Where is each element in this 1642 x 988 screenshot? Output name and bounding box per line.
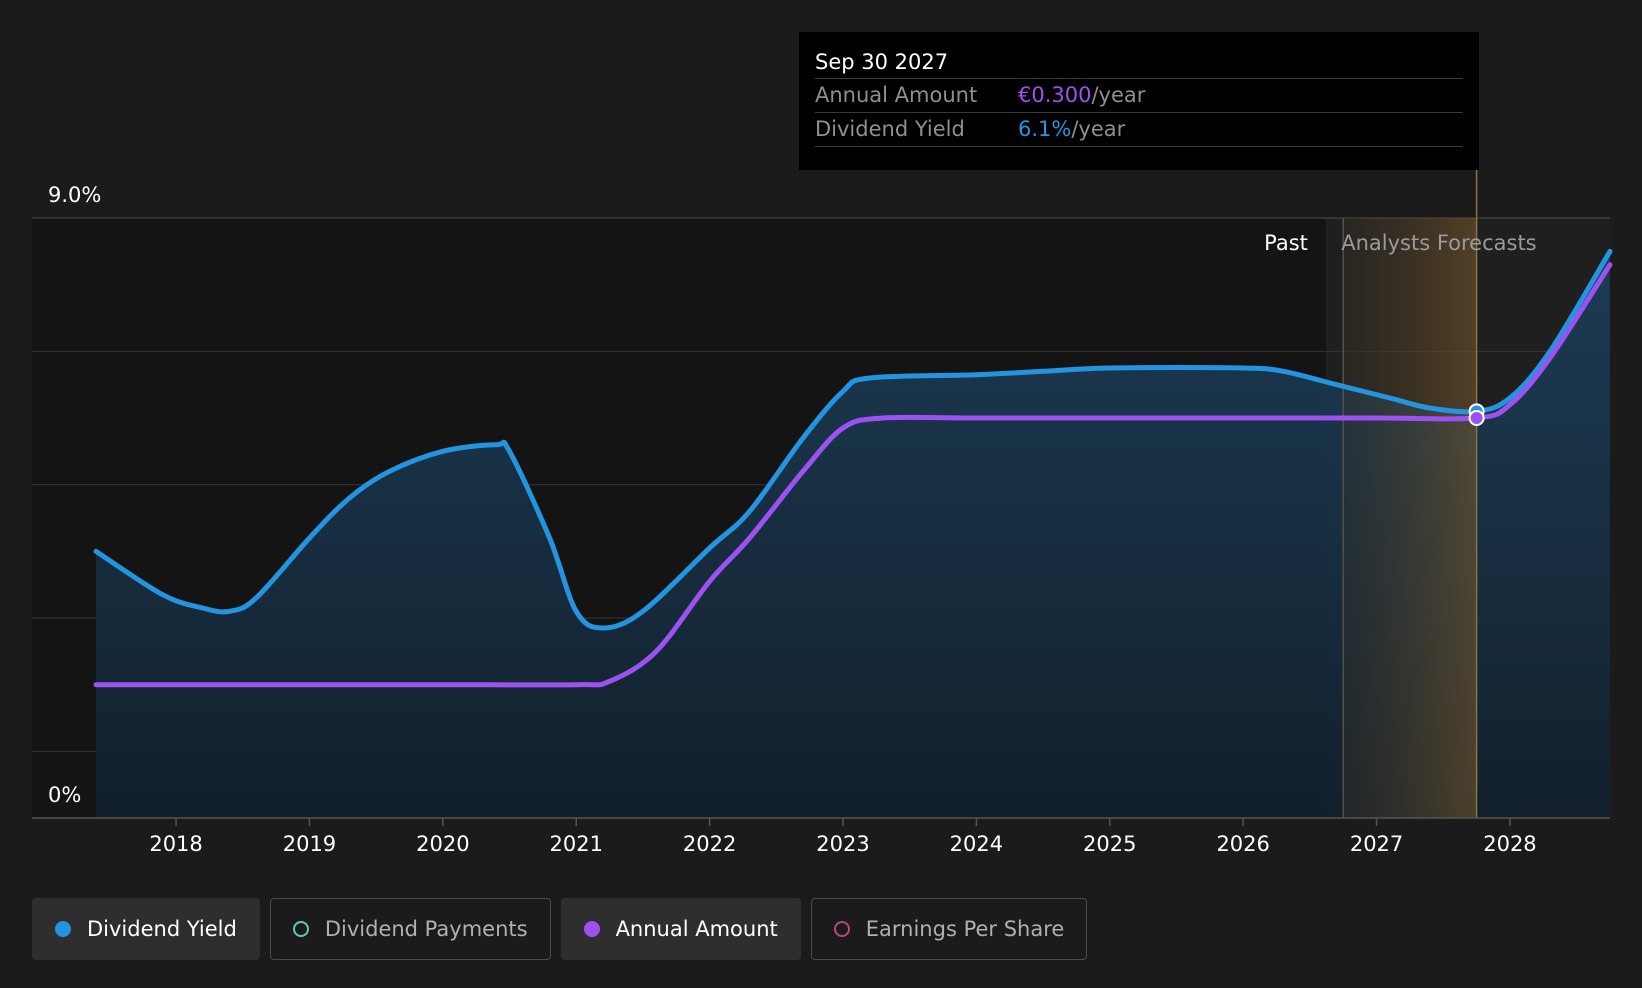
x-tick-label: 2021 xyxy=(550,832,603,856)
legend-annual-amount[interactable]: Annual Amount xyxy=(560,898,801,960)
tooltip-unit: /year xyxy=(1071,117,1126,141)
forecast-band xyxy=(1343,218,1477,818)
legend-label: Annual Amount xyxy=(615,917,778,941)
x-tick-label: 2019 xyxy=(283,832,336,856)
y-tick-label-bottom: 0% xyxy=(48,783,81,807)
legend-earnings-per-share[interactable]: Earnings Per Share xyxy=(810,898,1088,960)
tooltip-row-dividend-yield: Dividend Yield 6.1% /year xyxy=(815,113,1463,147)
tooltip-unit: /year xyxy=(1091,83,1146,107)
tooltip-label: Dividend Yield xyxy=(815,117,965,141)
legend-dividend-payments[interactable]: Dividend Payments xyxy=(269,898,551,960)
y-tick-label-top: 9.0% xyxy=(48,183,101,207)
legend-label: Earnings Per Share xyxy=(865,917,1065,941)
x-tick-label: 2023 xyxy=(816,832,869,856)
hover-marker xyxy=(1468,410,1485,426)
x-tick-label: 2020 xyxy=(416,832,469,856)
x-tick-label: 2025 xyxy=(1083,832,1136,856)
x-tick-label: 2022 xyxy=(683,832,736,856)
chart-legend: Dividend Yield Dividend Payments Annual … xyxy=(32,898,1088,960)
x-tick-label: 2028 xyxy=(1483,832,1536,856)
legend-dividend-yield[interactable]: Dividend Yield xyxy=(32,898,260,960)
x-tick-label: 2027 xyxy=(1350,832,1403,856)
past-label: Past xyxy=(1264,231,1308,255)
forecast-label: Analysts Forecasts xyxy=(1341,231,1536,255)
x-tick-label: 2018 xyxy=(149,832,202,856)
x-tick-label: 2024 xyxy=(950,832,1003,856)
chart-tooltip: Sep 30 2027 Annual Amount €0.300 /year D… xyxy=(799,32,1479,170)
tooltip-label: Annual Amount xyxy=(815,83,978,107)
tooltip-value: €0.300 xyxy=(1018,83,1092,107)
legend-ring-icon xyxy=(833,921,850,937)
legend-dot-icon xyxy=(583,921,600,937)
legend-label: Dividend Yield xyxy=(87,917,237,941)
legend-ring-icon xyxy=(292,921,309,937)
legend-dot-icon xyxy=(55,921,71,937)
tooltip-value: 6.1% xyxy=(1018,117,1072,141)
tooltip-date: Sep 30 2027 xyxy=(815,46,1463,79)
legend-label: Dividend Payments xyxy=(324,917,528,941)
tooltip-row-annual-amount: Annual Amount €0.300 /year xyxy=(815,79,1463,113)
x-tick-label: 2026 xyxy=(1216,832,1269,856)
